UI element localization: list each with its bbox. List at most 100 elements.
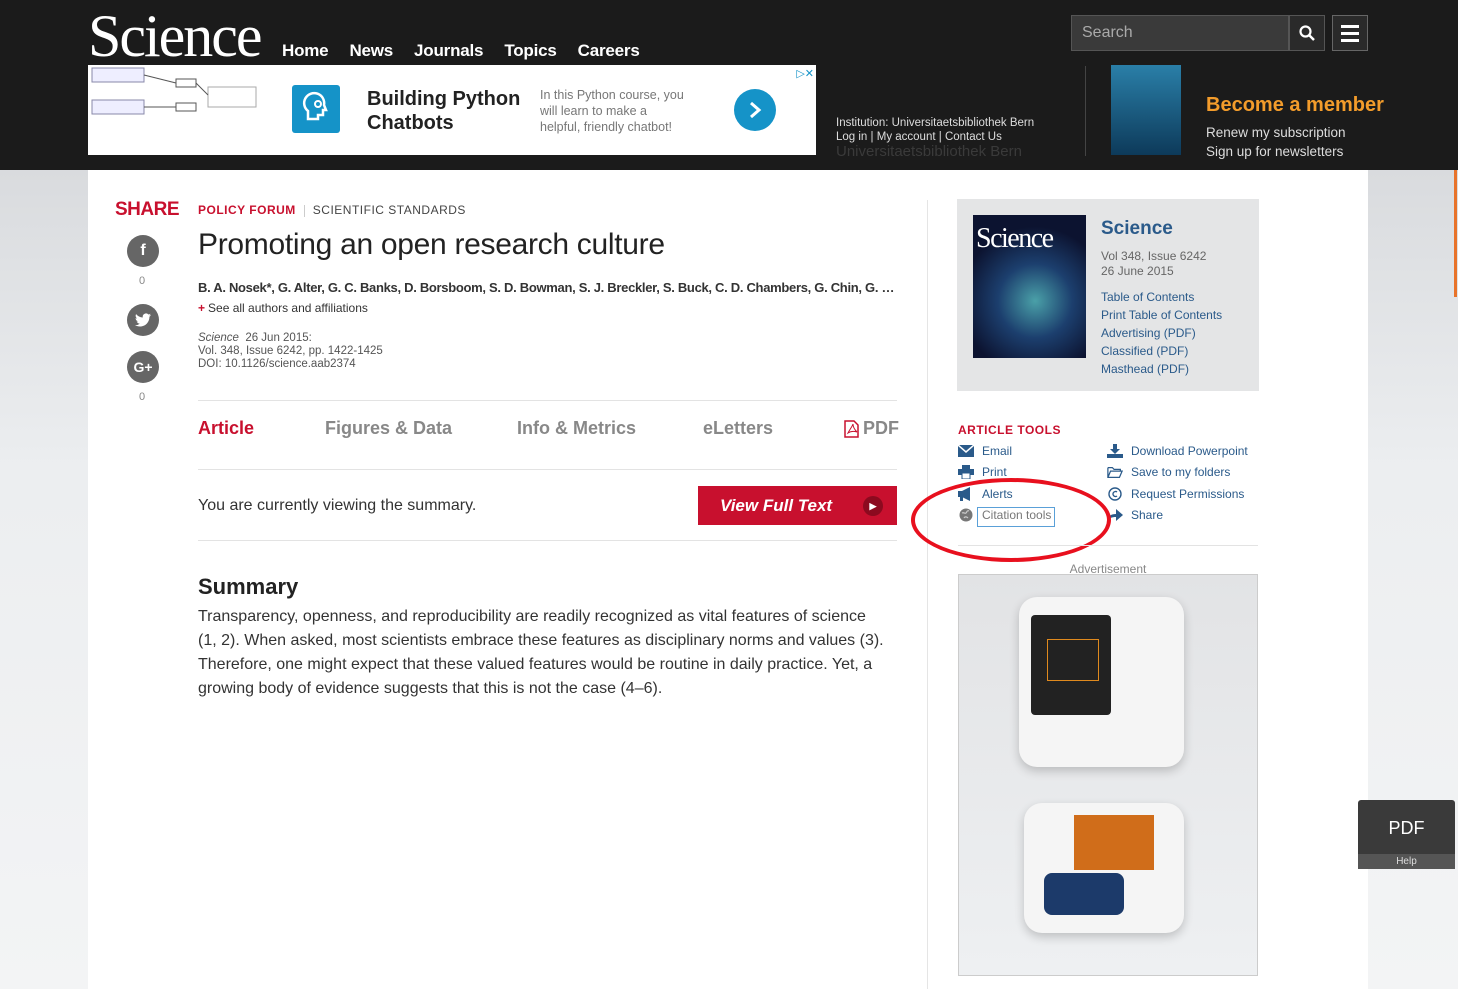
menu-icon-bar: [1341, 31, 1359, 35]
tab-figures-data[interactable]: Figures & Data: [325, 418, 452, 439]
institution-name: Universitaetsbibliothek Bern: [836, 143, 1022, 160]
ad-text: In this Python course, you will learn to…: [540, 88, 684, 134]
newsletter-signup-link[interactable]: Sign up for newsletters: [1206, 142, 1346, 161]
nav-journals[interactable]: Journals: [414, 41, 483, 61]
tab-pdf[interactable]: PDF: [844, 418, 899, 439]
pdf-help-widget[interactable]: PDF Help: [1358, 800, 1455, 869]
view-full-text-button[interactable]: View Full Text ▶: [698, 486, 897, 525]
become-member-link[interactable]: Become a member: [1206, 94, 1384, 117]
menu-icon-bar: [1341, 24, 1359, 28]
article-kicker: POLICY FORUM SCIENTIFIC STANDARDS: [198, 203, 466, 217]
copyright-icon: [1107, 487, 1123, 501]
search-icon: [1299, 25, 1315, 41]
request-permissions-tool[interactable]: Request Permissions: [1107, 487, 1244, 501]
advertising-pdf-link[interactable]: Advertising (PDF): [1101, 324, 1222, 342]
folder-open-icon: [1107, 465, 1123, 479]
device-screen: [1074, 815, 1154, 870]
alerts-tool[interactable]: Alerts: [958, 487, 1013, 501]
header-divider: [1085, 66, 1086, 156]
divider: [198, 540, 897, 541]
article-tabs: Article Figures & Data Info & Metrics eL…: [198, 418, 899, 442]
nav-news[interactable]: News: [349, 41, 393, 61]
menu-button[interactable]: [1332, 15, 1368, 51]
account-links: Log in | My account | Contact Us: [836, 130, 1034, 144]
share-label: Share: [1131, 508, 1164, 522]
viewing-notice: You are currently viewing the summary.: [198, 497, 477, 514]
institution-line: Institution: Universitaetsbibliothek Ber…: [836, 117, 1035, 129]
journal-name: Science: [198, 332, 239, 344]
citation-tools-focus-outline: [977, 507, 1055, 527]
facebook-icon: f: [140, 242, 146, 259]
email-label: Email: [982, 444, 1013, 458]
divider: [198, 400, 897, 401]
device-control-pad: [1044, 873, 1124, 915]
device-illustration: [1019, 597, 1184, 767]
nav-topics[interactable]: Topics: [504, 41, 557, 61]
summary-body: Transparency, openness, and reproducibil…: [198, 608, 884, 697]
classified-pdf-link[interactable]: Classified (PDF): [1101, 342, 1222, 360]
nav-careers[interactable]: Careers: [578, 41, 640, 61]
ad-brain-icon: [292, 85, 340, 133]
member-links: Renew my subscription Sign up for newsle…: [1206, 123, 1346, 161]
share-tool[interactable]: Share: [1107, 508, 1163, 522]
issue-journal-name[interactable]: Science: [1101, 218, 1173, 240]
chevron-right-icon: [750, 101, 762, 119]
issue-meta: Vol 348, Issue 6242 26 June 2015: [1101, 249, 1206, 279]
adchoices-icon[interactable]: ▷✕: [796, 67, 814, 80]
pdf-widget-label[interactable]: PDF: [1358, 818, 1455, 839]
pdf-file-icon: [844, 419, 859, 438]
masthead-pdf-link[interactable]: Masthead (PDF): [1101, 360, 1222, 378]
request-permissions-label: Request Permissions: [1131, 487, 1245, 501]
share-title: SHARE: [115, 199, 180, 220]
search-button[interactable]: [1289, 15, 1325, 51]
save-folders-tool[interactable]: Save to my folders: [1107, 465, 1230, 479]
search-input[interactable]: [1071, 15, 1289, 51]
article-tools-heading: ARTICLE TOOLS: [958, 423, 1061, 437]
googleplus-share-button[interactable]: G+: [127, 351, 159, 383]
download-icon: [1107, 444, 1123, 458]
tab-eletters[interactable]: eLetters: [703, 418, 773, 439]
email-tool[interactable]: Email: [958, 444, 1012, 458]
ad-banner[interactable]: Building Python Chatbots In this Python …: [88, 65, 816, 155]
help-widget-label[interactable]: Help: [1358, 854, 1455, 869]
scroll-indicator[interactable]: [1454, 170, 1457, 297]
doi: DOI: 10.1126/science.aab2374: [198, 358, 356, 370]
contact-link[interactable]: Contact Us: [945, 131, 1002, 143]
print-toc-link[interactable]: Print Table of Contents: [1101, 306, 1222, 324]
magazine-cover-thumbnail[interactable]: [1111, 65, 1181, 155]
ad-arrow-button[interactable]: [734, 89, 776, 131]
science-logo[interactable]: Science: [88, 4, 263, 68]
advertisement-image[interactable]: [958, 574, 1258, 976]
volume-info: Vol. 348, Issue 6242, pp. 1422-1425: [198, 345, 383, 357]
ad-title: Building Python Chatbots: [367, 88, 521, 134]
facebook-share-button[interactable]: f: [127, 235, 159, 267]
my-account-link[interactable]: My account: [877, 131, 936, 143]
printer-icon: [958, 465, 974, 479]
googleplus-icon: G+: [133, 359, 153, 375]
twitter-share-button[interactable]: [127, 304, 159, 336]
see-all-authors-link[interactable]: + See all authors and affiliations: [198, 301, 368, 315]
download-powerpoint-tool[interactable]: Download Powerpoint: [1107, 444, 1248, 458]
facebook-count: 0: [139, 275, 146, 287]
issue-date: 26 June 2015: [1101, 264, 1174, 278]
issue-cover-image[interactable]: Science: [973, 215, 1086, 358]
cover-logo: Science: [976, 223, 1054, 254]
site-header: Science Home News Journals Topics Career…: [0, 0, 1458, 170]
nav-home[interactable]: Home: [282, 41, 329, 61]
renew-subscription-link[interactable]: Renew my subscription: [1206, 123, 1346, 142]
plus-icon: +: [198, 301, 206, 315]
section-label[interactable]: POLICY FORUM: [198, 203, 296, 217]
table-of-contents-link[interactable]: Table of Contents: [1101, 288, 1222, 306]
login-link[interactable]: Log in: [836, 131, 867, 143]
author-list[interactable]: B. A. Nosek*, G. Alter, G. C. Banks, D. …: [198, 280, 898, 295]
tab-article[interactable]: Article: [198, 418, 254, 439]
tab-info-metrics[interactable]: Info & Metrics: [517, 418, 636, 439]
play-icon: ▶: [863, 496, 883, 516]
share-arrow-icon: [1107, 508, 1123, 522]
tab-pdf-label: PDF: [863, 418, 899, 438]
globe-icon: [958, 508, 974, 522]
ad-diagram-thumbnail: [91, 67, 257, 115]
kicker-separator: [303, 204, 305, 217]
print-tool[interactable]: Print: [958, 465, 1007, 479]
institution-info: Institution: Universitaetsbibliothek Ber…: [836, 116, 1034, 144]
